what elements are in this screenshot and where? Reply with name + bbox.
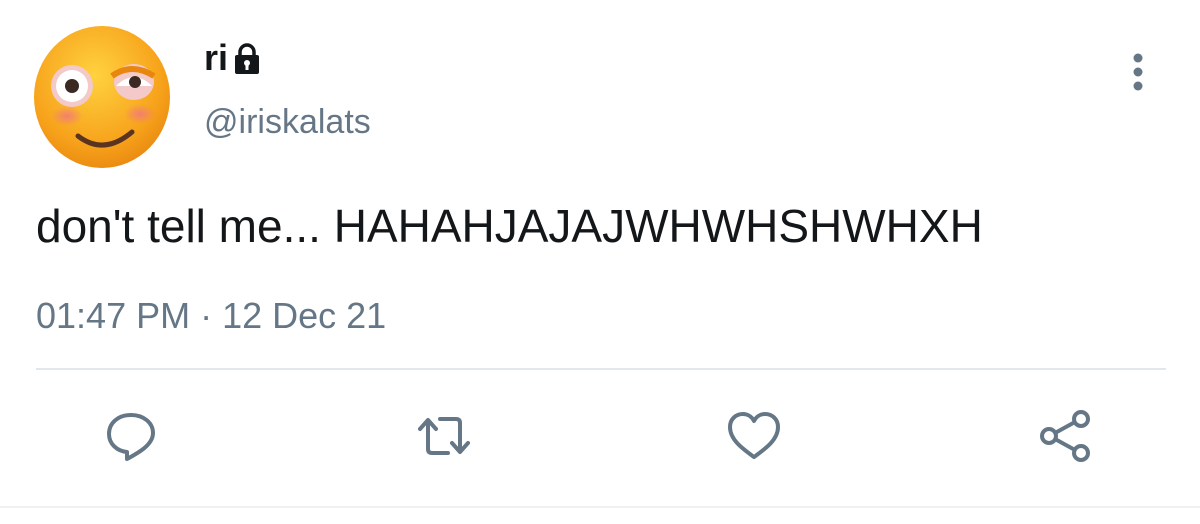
share-button[interactable]: [1030, 400, 1102, 472]
tweet-timestamp[interactable]: 01:47 PM · 12 Dec 21: [36, 292, 386, 340]
reply-button[interactable]: [95, 400, 167, 472]
like-icon: [728, 412, 780, 459]
bottom-divider: [0, 506, 1200, 508]
divider: [36, 368, 1166, 370]
user-handle[interactable]: @iriskalats: [204, 100, 371, 144]
action-bar: [0, 400, 1200, 472]
flushed-face-emoji-icon: [34, 26, 170, 168]
more-options-button[interactable]: [1118, 48, 1158, 96]
tweet-card: ri @iriskalats don't tell me... HAHAHJAJ…: [0, 0, 1200, 524]
reply-icon: [107, 413, 155, 461]
tweet-text: don't tell me... HAHAHJAJAJWHWHSHWHXH: [36, 200, 983, 252]
retweet-icon: [418, 417, 470, 455]
avatar[interactable]: [32, 24, 172, 170]
share-icon: [1040, 410, 1090, 462]
retweet-button[interactable]: [408, 400, 480, 472]
display-name-text: ri: [204, 37, 229, 78]
like-button[interactable]: [718, 400, 790, 472]
lock-icon: [232, 42, 262, 76]
display-name[interactable]: ri: [204, 36, 262, 80]
more-vertical-icon: [1133, 53, 1143, 91]
